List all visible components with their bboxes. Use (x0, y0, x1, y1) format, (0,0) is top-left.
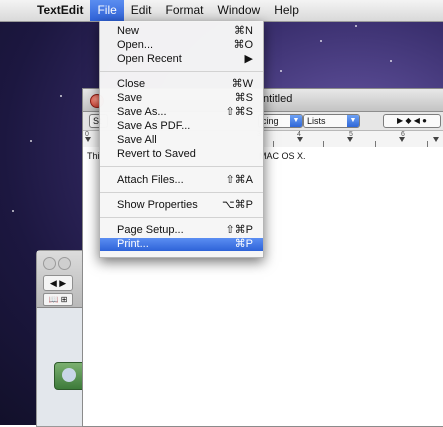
menu-item-shortcut: ⌘W (231, 78, 253, 90)
menu-item-save[interactable]: Save ⌘S (100, 92, 263, 105)
close-icon[interactable] (43, 257, 56, 270)
menu-item-shortcut: ⇧⌘P (225, 224, 253, 236)
menu-item-open-recent[interactable]: Open Recent ▶ (100, 53, 263, 66)
spacing-popup[interactable]: cing ▼ (258, 114, 303, 128)
menu-item-label: New (117, 25, 140, 37)
tab-stop-icon[interactable] (433, 137, 439, 142)
menu-bar: TextEdit File Edit Format Window Help (0, 0, 443, 22)
menu-item-shortcut: ⌥⌘P (221, 199, 253, 211)
submenu-arrow-icon: ▶ (244, 53, 253, 65)
menu-separator (100, 166, 263, 167)
menu-item-print[interactable]: Print... ⌘P (100, 238, 263, 251)
menu-item-label: Save As PDF... (117, 120, 191, 132)
menu-item-shortcut: ⇧⌘S (225, 106, 253, 118)
lists-label: Lists (307, 116, 326, 126)
menu-item-label: Show Properties (117, 199, 198, 211)
document-text-left: Thi (87, 151, 100, 161)
menu-edit[interactable]: Edit (124, 0, 159, 21)
menu-item-show-properties[interactable]: Show Properties ⌥⌘P (100, 199, 263, 212)
menu-item-revert[interactable]: Revert to Saved (100, 148, 263, 161)
menu-item-save-as[interactable]: Save As... ⇧⌘S (100, 106, 263, 119)
chevron-down-icon: ▼ (347, 115, 359, 127)
menu-help[interactable]: Help (267, 0, 306, 21)
menu-item-open[interactable]: Open... ⌘O (100, 39, 263, 52)
menu-item-label: Print... (117, 238, 149, 250)
menu-item-close[interactable]: Close ⌘W (100, 78, 263, 91)
menu-separator (100, 192, 263, 193)
menu-item-label: Close (117, 78, 146, 90)
menu-item-label: Open Recent (117, 53, 182, 65)
chevron-down-icon: ▼ (290, 115, 302, 127)
menu-format[interactable]: Format (158, 0, 210, 21)
tabs-control[interactable]: ▶ ◆ ◀ ● (383, 114, 441, 128)
menu-item-page-setup[interactable]: Page Setup... ⇧⌘P (100, 224, 263, 237)
minimize-icon[interactable] (58, 257, 71, 270)
menu-item-label: Revert to Saved (117, 148, 196, 160)
back-forward-button[interactable]: ◀ ▶ (43, 275, 73, 291)
menu-item-label: Save All (117, 134, 157, 146)
menu-item-new[interactable]: New ⌘N (100, 25, 263, 38)
menu-item-label: Save As... (117, 106, 167, 118)
menu-textedit[interactable]: TextEdit (30, 0, 90, 21)
menu-separator (100, 217, 263, 218)
tab-stop-icon[interactable] (85, 137, 91, 142)
menu-file[interactable]: File (90, 0, 124, 21)
menu-window[interactable]: Window (211, 0, 268, 21)
lists-popup[interactable]: Lists ▼ (303, 114, 360, 128)
menu-item-shortcut: ⌘P (234, 238, 253, 250)
menu-item-save-all[interactable]: Save All (100, 134, 263, 147)
spacing-label: cing (262, 116, 279, 126)
menu-item-label: Attach Files... (117, 174, 184, 186)
file-menu-dropdown: New ⌘N Open... ⌘O Open Recent ▶ Close ⌘W Sav… (99, 21, 264, 258)
menu-item-save-as-pdf[interactable]: Save As PDF... (100, 120, 263, 133)
document-text-right: MAC OS X. (259, 151, 306, 161)
view-button[interactable]: 📖 ⊞ (43, 293, 73, 306)
tab-stop-icon[interactable] (399, 137, 405, 142)
menu-separator (100, 71, 263, 72)
menu-item-shortcut: ⌘O (233, 39, 253, 51)
menu-item-label: Save (117, 92, 143, 104)
window-title: ntitled (263, 93, 293, 105)
menu-item-label: Open... (117, 39, 154, 51)
menu-item-shortcut: ⇧⌘A (225, 174, 253, 186)
menu-item-shortcut: ⌘N (234, 25, 253, 37)
menu-item-attach-files[interactable]: Attach Files... ⇧⌘A (100, 174, 263, 187)
tab-stop-icon[interactable] (297, 137, 303, 142)
tab-stop-icon[interactable] (347, 137, 353, 142)
menu-item-shortcut: ⌘S (234, 92, 253, 104)
menu-item-label: Page Setup... (117, 224, 184, 236)
